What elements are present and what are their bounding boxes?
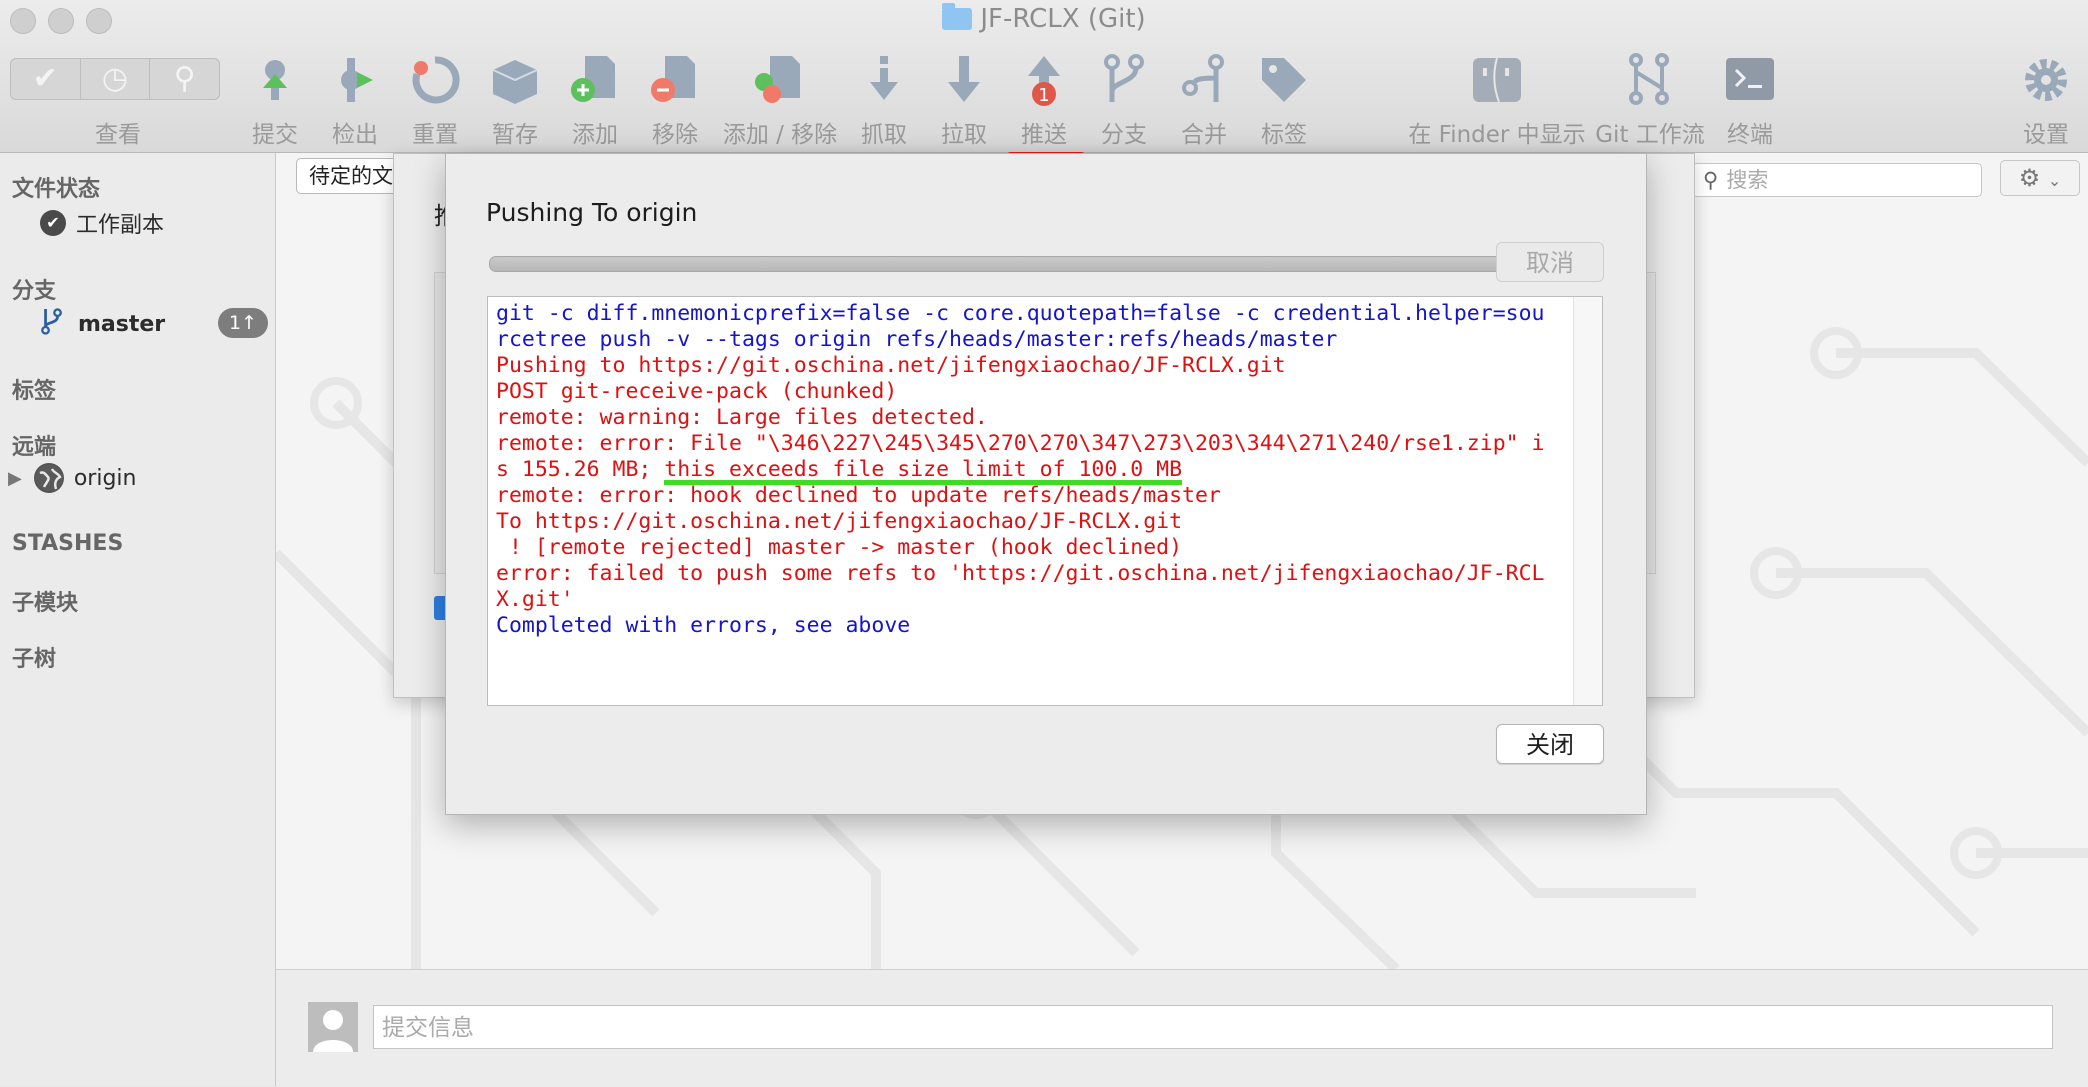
add-button[interactable]: 添加 bbox=[572, 115, 618, 149]
gear-icon: ⚙ bbox=[2018, 164, 2041, 192]
merge-button[interactable]: 合并 bbox=[1181, 115, 1227, 149]
cancel-button[interactable]: 取消 bbox=[1496, 242, 1604, 282]
tag-icon[interactable] bbox=[1256, 52, 1312, 108]
close-button[interactable]: 关闭 bbox=[1496, 724, 1604, 764]
show-in-finder-button[interactable]: 在 Finder 中显示 bbox=[1408, 115, 1585, 149]
window-title: JF-RCLX (Git) bbox=[0, 3, 2088, 34]
settings-button[interactable]: 设置 bbox=[2023, 115, 2069, 149]
log-line: Completed with errors, see above bbox=[496, 613, 911, 638]
branch-icon[interactable] bbox=[1096, 52, 1152, 108]
push-dialog: Pushing To origin 取消 git -c diff.mnemoni… bbox=[445, 153, 1647, 815]
branch-button[interactable]: 分支 bbox=[1101, 115, 1147, 149]
stash-icon[interactable] bbox=[487, 52, 543, 108]
sidebar-heading-submodules: 子模块 bbox=[12, 591, 79, 616]
dialog-title: Pushing To origin bbox=[486, 198, 698, 227]
add-remove-icon[interactable] bbox=[752, 52, 808, 108]
log-line: ! [remote rejected] master -> master (ho… bbox=[496, 535, 1183, 560]
tag-button[interactable]: 标签 bbox=[1261, 115, 1307, 149]
push-badge-text: 1 bbox=[1038, 85, 1049, 106]
highlighted-error-text: this exceeds file size limit of 100.0 MB bbox=[664, 457, 1183, 485]
sidebar-item-origin[interactable]: ▶ origin bbox=[8, 463, 136, 493]
push-icon[interactable]: 1 bbox=[1016, 52, 1072, 108]
disclosure-triangle-icon[interactable]: ▶ bbox=[8, 468, 22, 489]
sidebar-item-master[interactable]: master bbox=[40, 307, 165, 341]
file-status-view-icon[interactable]: ✔ bbox=[11, 59, 81, 99]
checkout-button[interactable]: 检出 bbox=[332, 115, 378, 149]
sidebar-item-working-copy[interactable]: ✔ 工作副本 bbox=[40, 207, 164, 239]
window-title-text: JF-RCLX (Git) bbox=[980, 4, 1146, 34]
reset-button[interactable]: 重置 bbox=[412, 115, 458, 149]
checkout-icon[interactable] bbox=[327, 52, 383, 108]
fetch-button[interactable]: 抓取 bbox=[861, 115, 907, 149]
gear-icon[interactable] bbox=[2018, 52, 2074, 108]
log-line: git -c diff.mnemonicprefix=false -c core… bbox=[496, 301, 1545, 352]
commit-icon[interactable] bbox=[247, 52, 303, 108]
log-line: POST git-receive-pack (chunked) bbox=[496, 379, 898, 404]
toolbar: JF-RCLX (Git) ✔ ◷ ⚲ 查看 提交 检出 重置 暂存 添加 移除… bbox=[0, 0, 2088, 153]
add-remove-button[interactable]: 添加 / 移除 bbox=[723, 115, 837, 149]
git-flow-icon[interactable] bbox=[1622, 52, 1678, 108]
commit-placeholder: 提交信息 bbox=[382, 1015, 474, 1041]
sidebar-item-label: master bbox=[78, 311, 166, 337]
view-label: 查看 bbox=[95, 122, 141, 148]
log-line: remote: warning: Large files detected. bbox=[496, 405, 988, 430]
sidebar-item-label: 工作副本 bbox=[76, 213, 165, 238]
log-line: remote: error: hook declined to update r… bbox=[496, 483, 1221, 508]
push-button[interactable]: 推送 bbox=[1021, 115, 1067, 149]
avatar bbox=[308, 1002, 358, 1052]
sidebar-heading-file-status: 文件状态 bbox=[12, 177, 101, 202]
checkmark-icon: ✔ bbox=[40, 210, 66, 236]
sidebar-heading-remotes: 远端 bbox=[12, 435, 57, 460]
search-view-icon[interactable]: ⚲ bbox=[150, 59, 219, 99]
terminal-button[interactable]: 终端 bbox=[1727, 115, 1773, 149]
stash-button[interactable]: 暂存 bbox=[492, 115, 538, 149]
commit-message-input[interactable]: 提交信息 bbox=[373, 1005, 2053, 1049]
pull-button[interactable]: 拉取 bbox=[941, 115, 987, 149]
chevron-down-icon: ⌄ bbox=[2047, 171, 2062, 190]
search-icon: ⚲ bbox=[1703, 168, 1719, 192]
commit-button[interactable]: 提交 bbox=[252, 115, 298, 149]
log-text: git -c diff.mnemonicprefix=false -c core… bbox=[496, 301, 1546, 639]
terminal-icon[interactable] bbox=[1722, 52, 1778, 108]
search-placeholder: 搜索 bbox=[1726, 168, 1769, 192]
git-flow-button[interactable]: Git 工作流 bbox=[1595, 115, 1705, 149]
search-input[interactable]: ⚲ 搜索 bbox=[1692, 163, 1982, 197]
branch-icon bbox=[40, 307, 66, 341]
sidebar-heading-stashes: STASHES bbox=[12, 531, 124, 556]
sidebar-heading-branches: 分支 bbox=[12, 279, 57, 304]
folder-icon bbox=[942, 3, 973, 30]
log-line: To https://git.oschina.net/jifengxiaocha… bbox=[496, 509, 1183, 534]
remove-button[interactable]: 移除 bbox=[652, 115, 698, 149]
ahead-count-badge: 1↑ bbox=[218, 308, 268, 338]
reset-icon[interactable] bbox=[407, 52, 463, 108]
progress-bar bbox=[489, 256, 1527, 272]
log-scrollbar[interactable] bbox=[1573, 297, 1602, 705]
sidebar-heading-tags: 标签 bbox=[12, 379, 57, 404]
view-segmented-control[interactable]: ✔ ◷ ⚲ bbox=[10, 58, 220, 100]
merge-icon[interactable] bbox=[1176, 52, 1232, 108]
history-view-icon[interactable]: ◷ bbox=[81, 59, 151, 99]
pull-icon[interactable] bbox=[936, 52, 992, 108]
log-line: error: failed to push some refs to 'http… bbox=[496, 561, 1545, 612]
remove-icon[interactable] bbox=[647, 52, 703, 108]
sidebar-item-label: origin bbox=[73, 465, 137, 491]
log-line: Pushing to https://git.oschina.net/jifen… bbox=[496, 353, 1286, 378]
fetch-icon[interactable] bbox=[856, 52, 912, 108]
sidebar: 文件状态 ✔ 工作副本 分支 master 1↑ 标签 远端 ▶ origin … bbox=[0, 153, 276, 1086]
sidebar-heading-subtrees: 子树 bbox=[12, 647, 57, 672]
output-log: git -c diff.mnemonicprefix=false -c core… bbox=[487, 296, 1603, 706]
finder-icon[interactable] bbox=[1469, 52, 1525, 108]
options-menu-button[interactable]: ⚙ ⌄ bbox=[2000, 160, 2080, 196]
globe-icon bbox=[33, 463, 64, 493]
add-icon[interactable] bbox=[567, 52, 623, 108]
